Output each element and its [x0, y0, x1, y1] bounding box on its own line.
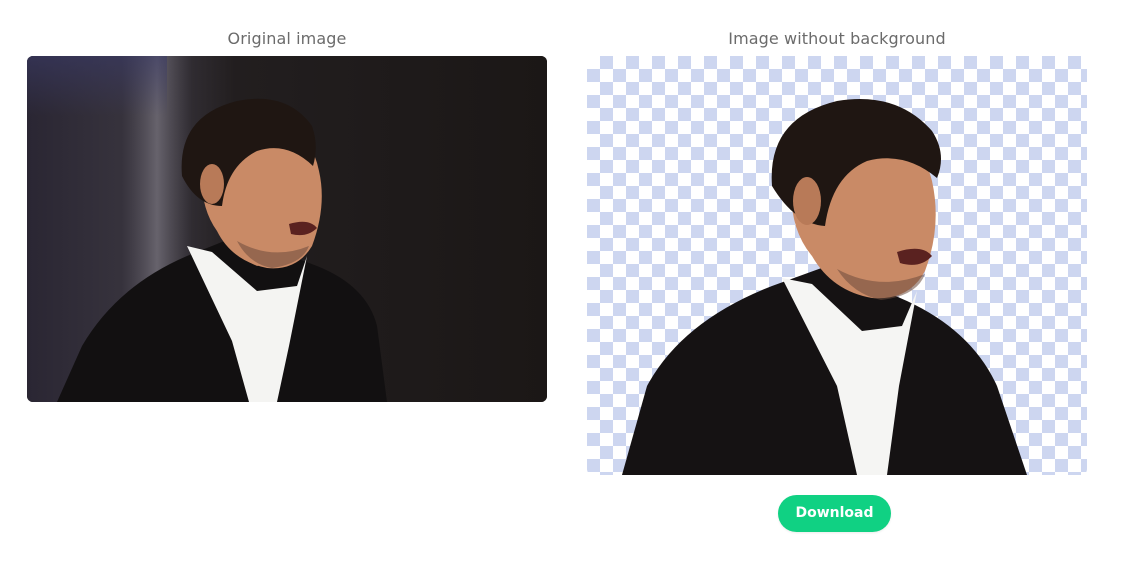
original-image	[27, 56, 547, 402]
cutout-photo	[622, 99, 1027, 475]
original-photo	[27, 56, 547, 402]
download-button[interactable]: Download	[778, 495, 891, 532]
original-image-title: Original image	[227, 29, 347, 48]
comparison-panel: Original image Image without background …	[0, 0, 1127, 564]
result-image	[587, 56, 1087, 475]
result-image-title: Image without background	[728, 29, 946, 48]
